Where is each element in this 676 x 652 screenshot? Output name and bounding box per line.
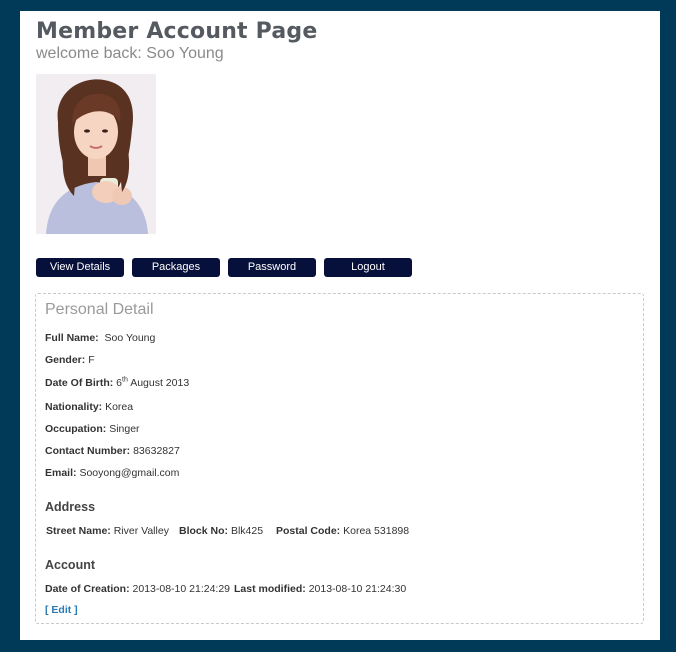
dob-month-year: August 2013: [130, 377, 190, 389]
street-row: Street Name: River Valley: [46, 525, 169, 537]
block-row: Block No: Blk425: [179, 525, 263, 537]
email-value: Sooyong@gmail.com: [79, 467, 180, 479]
contact-value: 83632827: [133, 445, 180, 457]
email-row: Email: Sooyong@gmail.com: [45, 467, 179, 479]
page-title: Member Account Page: [36, 19, 318, 44]
postal-row: Postal Code: Korea 531898: [276, 525, 409, 537]
block-value: Blk425: [230, 525, 264, 537]
gender-value: F: [88, 354, 95, 366]
personal-detail-panel: Personal Detail Full Name: Soo Young Gen…: [35, 293, 644, 624]
full-name-label: Full Name:: [45, 332, 99, 344]
view-details-button[interactable]: View Details: [36, 258, 124, 277]
personal-detail-heading: Personal Detail: [45, 301, 154, 318]
modified-value: 2013-08-10 21:24:30: [308, 583, 407, 595]
full-name-row: Full Name: Soo Young: [45, 332, 155, 344]
password-button[interactable]: Password: [228, 258, 316, 277]
created-label: Date of Creation:: [45, 583, 130, 595]
nationality-value: Korea: [105, 401, 134, 413]
nationality-row: Nationality: Korea: [45, 401, 133, 413]
full-name-value: Soo Young: [104, 332, 156, 344]
member-photo: [36, 74, 156, 234]
gender-label: Gender:: [45, 354, 86, 366]
account-heading: Account: [45, 558, 95, 572]
nationality-label: Nationality:: [45, 401, 103, 413]
dob-row: Date Of Birth: 6th August 2013: [45, 376, 190, 390]
modified-row: Last modified: 2013-08-10 21:24:30: [234, 583, 406, 595]
occupation-label: Occupation:: [45, 423, 107, 435]
welcome-message: welcome back: Soo Young: [36, 45, 224, 62]
contact-row: Contact Number: 83632827: [45, 445, 180, 457]
logout-button[interactable]: Logout: [324, 258, 412, 277]
modified-label: Last modified:: [234, 583, 306, 595]
email-label: Email:: [45, 467, 77, 479]
occupation-row: Occupation: Singer: [45, 423, 140, 435]
edit-link[interactable]: [ Edit ]: [45, 604, 78, 616]
address-heading: Address: [45, 500, 96, 514]
block-label: Block No:: [179, 525, 229, 537]
street-value: River Valley: [113, 525, 169, 537]
gender-row: Gender: F: [45, 354, 95, 366]
created-value: 2013-08-10 21:24:29: [132, 583, 231, 595]
postal-label: Postal Code:: [276, 525, 341, 537]
dob-suffix: th: [122, 376, 128, 384]
street-label: Street Name:: [46, 525, 111, 537]
packages-button[interactable]: Packages: [132, 258, 220, 277]
created-row: Date of Creation: 2013-08-10 21:24:29: [45, 583, 230, 595]
dob-label: Date Of Birth:: [45, 377, 114, 389]
occupation-value: Singer: [109, 423, 140, 435]
contact-label: Contact Number:: [45, 445, 131, 457]
page-container: Member Account Page welcome back: Soo Yo…: [20, 11, 660, 640]
postal-value: Korea 531898: [343, 525, 410, 537]
